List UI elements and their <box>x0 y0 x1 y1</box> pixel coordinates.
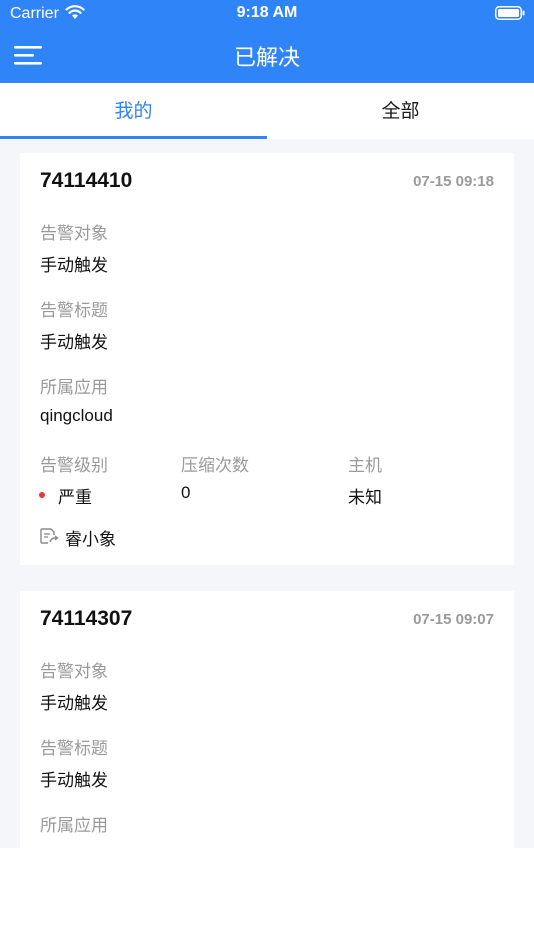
alert-time: 07-15 09:18 <box>413 173 494 190</box>
tab-all[interactable]: 全部 <box>267 83 534 139</box>
clock: 9:18 AM <box>236 4 298 21</box>
assignee-name: 睿小象 <box>65 530 116 550</box>
app-value: qingcloud <box>40 406 113 425</box>
app-label: 所属应用 <box>40 816 108 836</box>
assign-icon <box>40 528 59 544</box>
host-value: 未知 <box>348 488 382 508</box>
severity-dot <box>39 492 45 498</box>
page-title: 已解决 <box>233 46 300 71</box>
alert-card[interactable]: 74114307 07-15 09:07 告警对象 手动触发 告警标题 手动触发… <box>20 591 514 848</box>
battery-icon <box>495 6 525 20</box>
alert-time: 07-15 09:07 <box>413 611 494 628</box>
alert-list[interactable]: 74114410 07-15 09:18 告警对象 手动触发 告警标题 手动触发… <box>0 139 534 848</box>
level-value: 严重 <box>58 488 92 508</box>
title-label: 告警标题 <box>40 301 108 321</box>
app-label: 所属应用 <box>40 378 108 398</box>
level-label: 告警级别 <box>40 456 108 476</box>
object-value: 手动触发 <box>40 694 108 714</box>
nav-bar: 已解决 <box>0 28 534 83</box>
title-value: 手动触发 <box>40 771 108 791</box>
alert-id: 74114410 <box>40 169 133 192</box>
alert-id: 74114307 <box>40 607 133 630</box>
object-value: 手动触发 <box>40 256 108 276</box>
object-label: 告警对象 <box>40 224 108 244</box>
tab-mine[interactable]: 我的 <box>0 83 267 139</box>
alert-card[interactable]: 74114410 07-15 09:18 告警对象 手动触发 告警标题 手动触发… <box>20 153 514 565</box>
object-label: 告警对象 <box>40 662 108 682</box>
app-header: Carrier 9:18 AM 已解决 <box>0 0 534 83</box>
host-label: 主机 <box>348 456 382 476</box>
compress-count-value: 0 <box>181 483 191 502</box>
status-bar: Carrier 9:18 AM <box>0 0 534 28</box>
compress-count-label: 压缩次数 <box>181 456 249 476</box>
title-value: 手动触发 <box>40 333 108 353</box>
title-label: 告警标题 <box>40 739 108 759</box>
tab-bar: 我的 全部 <box>0 83 534 139</box>
